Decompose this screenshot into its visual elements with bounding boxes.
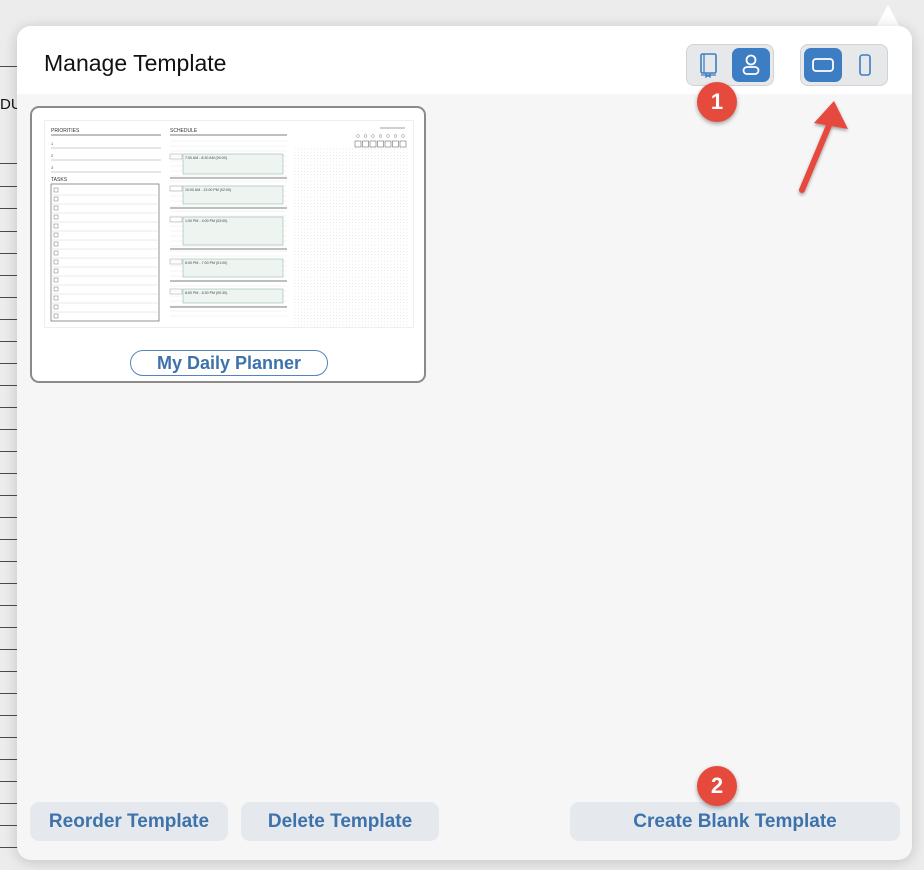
ruled-line bbox=[0, 66, 18, 67]
person-icon bbox=[742, 54, 760, 75]
ruled-line bbox=[0, 363, 18, 364]
ruled-line bbox=[0, 803, 18, 804]
ruled-line bbox=[0, 605, 18, 606]
ruled-line bbox=[0, 429, 18, 430]
ruled-line bbox=[0, 473, 18, 474]
portrait-icon bbox=[859, 54, 871, 76]
ruled-line bbox=[0, 737, 18, 738]
popover-arrow bbox=[876, 5, 900, 27]
annotation-badge-2: 2 bbox=[697, 766, 737, 806]
svg-text:2: 2 bbox=[51, 153, 54, 158]
template-thumbnail: PRIORITIES 1 2 3 TASKS SCHEDULE 7:00 AM … bbox=[44, 120, 414, 328]
template-name-label[interactable]: My Daily Planner bbox=[130, 350, 328, 376]
thumb-slot-label: 8:00 PM - 8:30 PM (00:30) bbox=[185, 291, 227, 295]
ruled-line bbox=[0, 671, 18, 672]
ruled-line bbox=[0, 319, 18, 320]
ruled-line bbox=[0, 517, 18, 518]
ruled-line bbox=[0, 451, 18, 452]
template-card[interactable]: PRIORITIES 1 2 3 TASKS SCHEDULE 7:00 AM … bbox=[30, 106, 426, 383]
thumb-slot-label: 1:00 PM - 4:00 PM (03:00) bbox=[185, 219, 227, 223]
ruled-line bbox=[0, 847, 18, 848]
ruled-line bbox=[0, 759, 18, 760]
ruled-line bbox=[0, 649, 18, 650]
thumb-schedule-label: SCHEDULE bbox=[170, 128, 198, 134]
planner-thumbnail-graphic: PRIORITIES 1 2 3 TASKS SCHEDULE 7:00 AM … bbox=[50, 127, 408, 326]
landscape-icon bbox=[812, 58, 834, 72]
ruled-line bbox=[0, 186, 18, 187]
reorder-template-button[interactable]: Reorder Template bbox=[30, 802, 228, 841]
ruled-line bbox=[0, 715, 18, 716]
ruled-line bbox=[0, 341, 18, 342]
ruled-line bbox=[0, 495, 18, 496]
ruled-line bbox=[0, 385, 18, 386]
orientation-toggle bbox=[800, 44, 888, 86]
portrait-button[interactable] bbox=[846, 48, 884, 82]
ruled-line bbox=[0, 231, 18, 232]
dialog-header: Manage Template bbox=[17, 26, 912, 94]
ruled-line bbox=[0, 583, 18, 584]
person-view-button[interactable] bbox=[732, 48, 770, 82]
ruled-line bbox=[0, 825, 18, 826]
thumb-slot-label: 6:00 PM - 7:00 PM (01:00) bbox=[185, 261, 227, 265]
thumb-slot-label: 7:00 AM - 8:30 AM (00:00) bbox=[185, 156, 227, 160]
ruled-line bbox=[0, 208, 18, 209]
book-icon bbox=[700, 53, 717, 78]
svg-text:3: 3 bbox=[51, 165, 54, 170]
ruled-line bbox=[0, 407, 18, 408]
annotation-arrow bbox=[799, 101, 848, 193]
ruled-line bbox=[0, 297, 18, 298]
create-blank-template-button[interactable]: Create Blank Template bbox=[570, 802, 900, 841]
dialog-title: Manage Template bbox=[44, 50, 227, 76]
ruled-line bbox=[0, 561, 18, 562]
manage-template-dialog: Manage Template PRIORITIES 1 2 3 TASKS S… bbox=[17, 26, 912, 860]
ruled-line bbox=[0, 253, 18, 254]
ruled-line bbox=[0, 539, 18, 540]
view-toggle bbox=[686, 44, 774, 86]
annotation-badge-1: 1 bbox=[697, 82, 737, 122]
ruled-line bbox=[0, 693, 18, 694]
ruled-line bbox=[0, 781, 18, 782]
ruled-line bbox=[0, 627, 18, 628]
landscape-button[interactable] bbox=[804, 48, 842, 82]
ruled-line bbox=[0, 163, 18, 164]
ruled-line bbox=[0, 275, 18, 276]
thumb-slot-label: 10:00 AM - 12:00 PM (02:00) bbox=[185, 188, 231, 192]
delete-template-button[interactable]: Delete Template bbox=[241, 802, 439, 841]
book-view-button[interactable] bbox=[690, 48, 728, 82]
thumb-tasks-label: TASKS bbox=[51, 177, 68, 183]
svg-text:1: 1 bbox=[51, 141, 54, 146]
thumb-priorities-label: PRIORITIES bbox=[51, 128, 80, 134]
